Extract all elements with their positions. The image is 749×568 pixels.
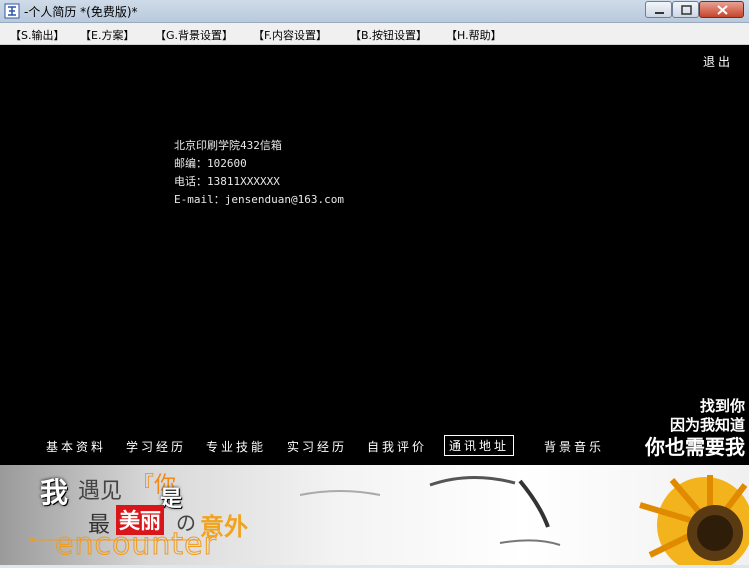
nav-contact-address[interactable]: 通讯地址: [444, 435, 515, 456]
slogan-line-2: 因为我知道: [669, 416, 745, 434]
minimize-button[interactable]: [645, 1, 672, 18]
nav-education[interactable]: 学习经历: [122, 437, 190, 456]
nav-background-music[interactable]: 背景音乐: [540, 437, 608, 456]
app-icon: [4, 3, 20, 19]
contact-phone: 电话：13811XXXXXX: [174, 175, 280, 188]
exit-link[interactable]: 退出: [703, 53, 733, 70]
slogan: 找到你 因为我知道 你也需要我: [645, 397, 745, 459]
menu-bar: 【S.输出】 【E.方案】 【G.背景设置】 【F.内容设置】 【B.按钮设置】…: [0, 23, 749, 45]
banner-text-yiwai: 意外: [200, 513, 248, 541]
banner-text-meili: 美丽: [116, 505, 164, 535]
menu-button-settings[interactable]: 【B.按钮设置】: [350, 27, 427, 43]
banner-text-wo: 我: [40, 476, 69, 509]
nav-internship[interactable]: 实习经历: [283, 437, 351, 456]
contact-address: 北京印刷学院432信箱: [174, 139, 282, 152]
maximize-button[interactable]: [672, 1, 699, 18]
banner-text-yujian: 遇见: [78, 479, 123, 504]
window-title: -个人简历 *(免费版)*: [24, 5, 138, 19]
nav-skills[interactable]: 专业技能: [202, 437, 270, 456]
nav-basic-info[interactable]: 基本资料: [42, 437, 110, 456]
banner-text-zui: 最: [88, 513, 111, 538]
resume-canvas: 退出 北京印刷学院432信箱 邮编：102600 电话：13811XXXXXX …: [0, 45, 749, 565]
nav-self-evaluation[interactable]: 自我评价: [363, 437, 431, 456]
menu-help[interactable]: 【H.帮助】: [446, 27, 502, 43]
menu-background-settings[interactable]: 【G.背景设置】: [155, 27, 233, 43]
banner-image: encounter 我 遇见 『你 是 最 美丽 の 意外: [0, 465, 749, 565]
slogan-line-1: 找到你: [699, 397, 745, 415]
slogan-line-3: 你也需要我: [645, 435, 745, 459]
menu-content-settings[interactable]: 【F.内容设置】: [253, 27, 327, 43]
contact-postcode: 邮编：102600: [174, 157, 247, 170]
contact-info: 北京印刷学院432信箱 邮编：102600 电话：13811XXXXXX E-m…: [174, 137, 344, 209]
banner-text-no: の: [176, 511, 196, 535]
menu-scheme[interactable]: 【E.方案】: [80, 27, 134, 43]
title-bar[interactable]: -个人简历 *(免费版)*: [0, 0, 749, 23]
contact-email: E-mail：jensenduan@163.com: [174, 193, 344, 206]
menu-output[interactable]: 【S.输出】: [10, 27, 64, 43]
close-button[interactable]: [699, 1, 744, 18]
